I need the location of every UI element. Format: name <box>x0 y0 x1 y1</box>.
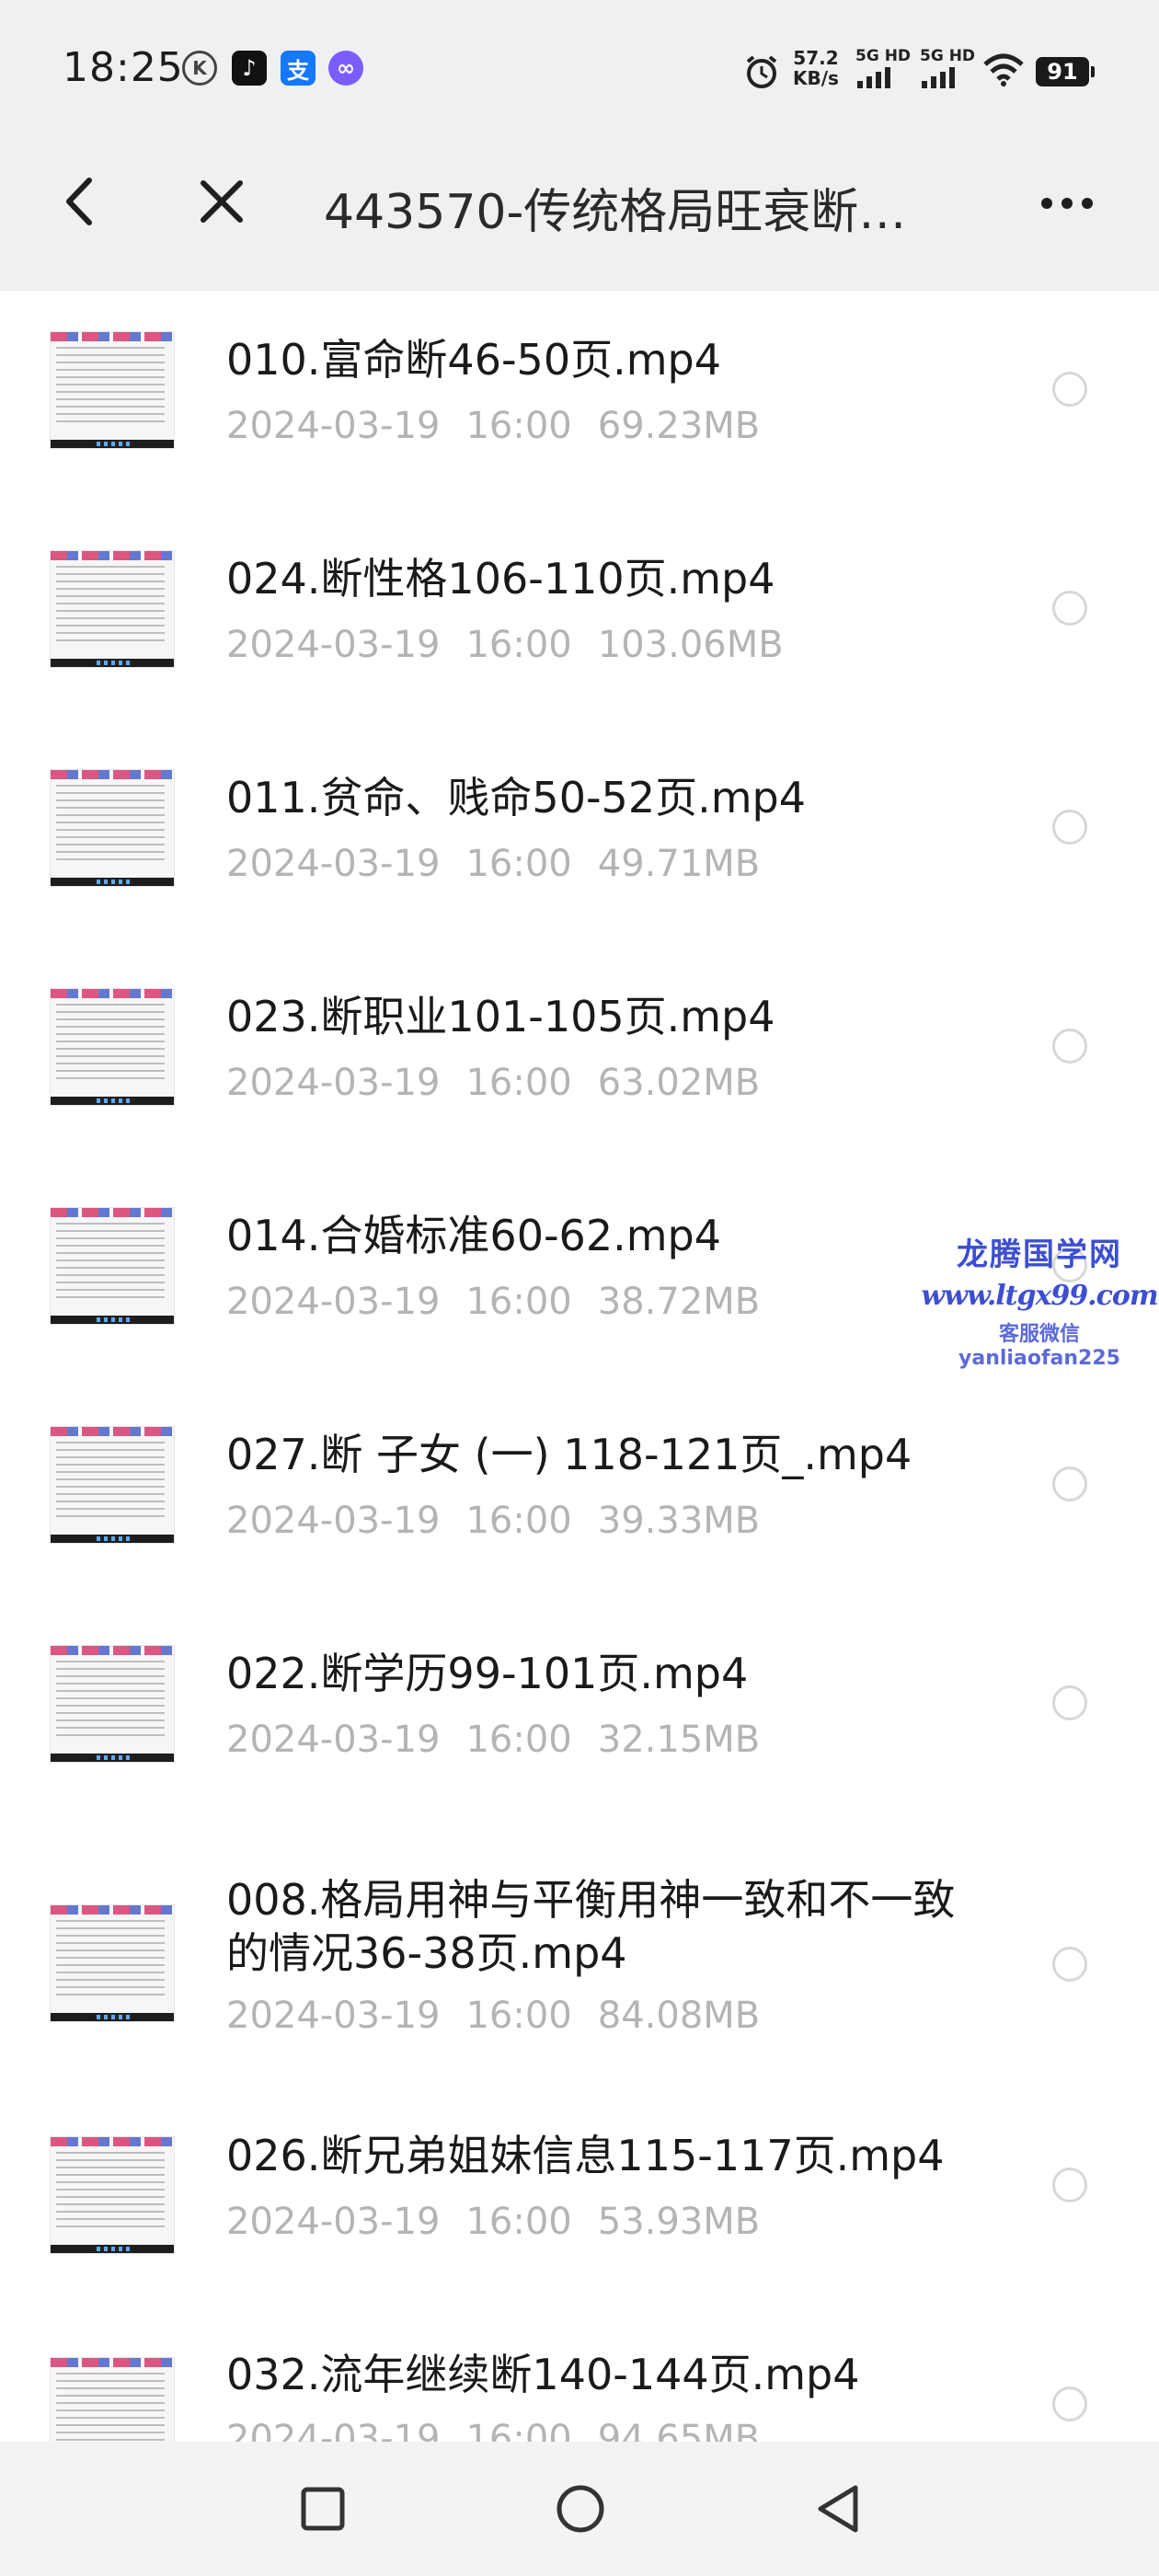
file-name: 027.断 子女 (一) 118-121页_.mp4 <box>226 1430 912 1479</box>
file-meta: 2024-03-19 16:00 32.15MB <box>226 1719 761 1761</box>
file-name: 024.断性格106-110页.mp4 <box>226 554 775 604</box>
back-button[interactable] <box>48 169 112 234</box>
k-circle-icon: K <box>182 51 217 86</box>
status-bar: 18:25 K ♪ 支 ∞ 57.2 KB/s 5G HD 5G HD 91 <box>0 0 1159 116</box>
watermark-url: www.ltgx99.com <box>921 1280 1158 1312</box>
net-speed: 57.2 KB/s <box>793 47 839 89</box>
file-meta: 2024-03-19 16:00 38.72MB <box>226 1281 761 1323</box>
alarm-icon <box>746 55 777 88</box>
file-list-item[interactable]: 032.流年继续断140-144页.mp4 2024-03-19 16:00 94.… <box>0 2309 1159 2442</box>
video-thumbnail <box>50 988 175 1106</box>
select-radio[interactable] <box>1052 591 1087 626</box>
file-list-item[interactable]: 022.断学历99-101页.mp4 2024-03-19 16:00 32.15M… <box>0 1604 1159 1823</box>
chevron-left-icon <box>66 178 92 225</box>
file-name: 032.流年继续断140-144页.mp4 <box>226 2350 860 2399</box>
video-thumbnail <box>50 1426 175 1544</box>
watermark-name: 龙腾国学网 <box>957 1236 1122 1273</box>
video-thumbnail <box>50 2136 175 2254</box>
signal-icon: 5G HD <box>920 48 975 88</box>
file-list-item[interactable]: 008.格局用神与平衡用神一致和不一致 的情况36-38页.mp4 2024-0… <box>0 1823 1159 2090</box>
video-thumbnail <box>50 1904 175 2022</box>
triangle-back-icon <box>818 2485 858 2533</box>
video-thumbnail <box>50 1645 175 1763</box>
file-name: 022.断学历99-101页.mp4 <box>226 1649 749 1698</box>
file-name: 008.格局用神与平衡用神一致和不一致 的情况36-38页.mp4 <box>226 1875 956 1978</box>
more-dots-icon <box>1041 198 1093 209</box>
signal-icon: 5G HD <box>855 48 911 88</box>
square-recent-apps-icon <box>301 2487 345 2531</box>
home-button[interactable] <box>548 2477 613 2541</box>
file-name: 026.断兄弟姐妹信息115-117页.mp4 <box>226 2131 945 2180</box>
circle-home-icon <box>557 2485 604 2533</box>
wifi-icon <box>983 53 1024 86</box>
file-list-item[interactable]: 024.断性格106-110页.mp4 2024-03-19 16:00 103.0… <box>0 510 1159 729</box>
file-meta: 2024-03-19 16:00 94.65MB <box>226 2418 761 2442</box>
file-meta: 2024-03-19 16:00 49.71MB <box>226 843 761 885</box>
select-radio[interactable] <box>1052 372 1087 407</box>
battery-icon: 91 <box>1036 57 1095 86</box>
video-thumbnail <box>50 769 175 887</box>
infinity-app-icon: ∞ <box>328 51 363 86</box>
file-name: 014.合婚标准60-62.mp4 <box>226 1211 721 1260</box>
watermark-contact: 客服微信 yanliaofan225 <box>958 1323 1120 1370</box>
video-thumbnail <box>50 331 175 449</box>
close-button[interactable] <box>189 169 254 234</box>
file-meta: 2024-03-19 16:00 84.08MB <box>226 1995 761 2037</box>
alipay-icon: 支 <box>281 51 316 86</box>
select-radio[interactable] <box>1052 2386 1087 2421</box>
file-list-item[interactable]: 011.贫命、贱命50-52页.mp4 2024-03-19 16:00 49.71… <box>0 729 1159 948</box>
file-meta: 2024-03-19 16:00 69.23MB <box>226 405 761 447</box>
file-meta: 2024-03-19 16:00 39.33MB <box>226 1500 761 1542</box>
select-radio[interactable] <box>1052 1947 1087 1982</box>
video-thumbnail <box>50 1207 175 1325</box>
file-name: 023.断职业101-105页.mp4 <box>226 992 775 1041</box>
status-time: 18:25 <box>63 44 184 91</box>
system-nav-bar <box>0 2442 1159 2576</box>
tiktok-icon: ♪ <box>232 51 267 86</box>
close-icon <box>201 180 243 223</box>
select-radio[interactable] <box>1052 1466 1087 1501</box>
select-radio[interactable] <box>1052 810 1087 845</box>
video-thumbnail <box>50 2357 175 2442</box>
file-meta: 2024-03-19 16:00 103.06MB <box>226 624 784 666</box>
header: 443570-传统格局旺衰断… <box>0 116 1159 291</box>
file-name: 011.贫命、贱命50-52页.mp4 <box>226 773 806 822</box>
page-title: 443570-传统格局旺衰断… <box>324 185 907 240</box>
video-thumbnail <box>50 550 175 668</box>
more-button[interactable] <box>1030 171 1104 236</box>
nav-back-button[interactable] <box>806 2477 870 2541</box>
select-radio[interactable] <box>1052 1685 1087 1720</box>
file-meta: 2024-03-19 16:00 53.93MB <box>226 2201 761 2243</box>
file-list-item[interactable]: 010.富命断46-50页.mp4 2024-03-19 16:00 69.23MB <box>0 291 1159 510</box>
select-radio[interactable] <box>1052 2168 1087 2202</box>
select-radio[interactable] <box>1052 1029 1087 1064</box>
file-list-item[interactable]: 027.断 子女 (一) 118-121页_.mp4 2024-03-19 16:… <box>0 1386 1159 1604</box>
watermark: 龙腾国学网 www.ltgx99.com 客服微信 yanliaofan225 <box>920 1229 1159 1370</box>
file-name: 010.富命断46-50页.mp4 <box>226 335 721 385</box>
file-meta: 2024-03-19 16:00 63.02MB <box>226 1062 761 1104</box>
recent-apps-button[interactable] <box>291 2477 355 2541</box>
file-list-item[interactable]: 023.断职业101-105页.mp4 2024-03-19 16:00 63.02… <box>0 948 1159 1167</box>
file-list-item[interactable]: 026.断兄弟姐妹信息115-117页.mp4 2024-03-19 16:00 5… <box>0 2090 1159 2309</box>
